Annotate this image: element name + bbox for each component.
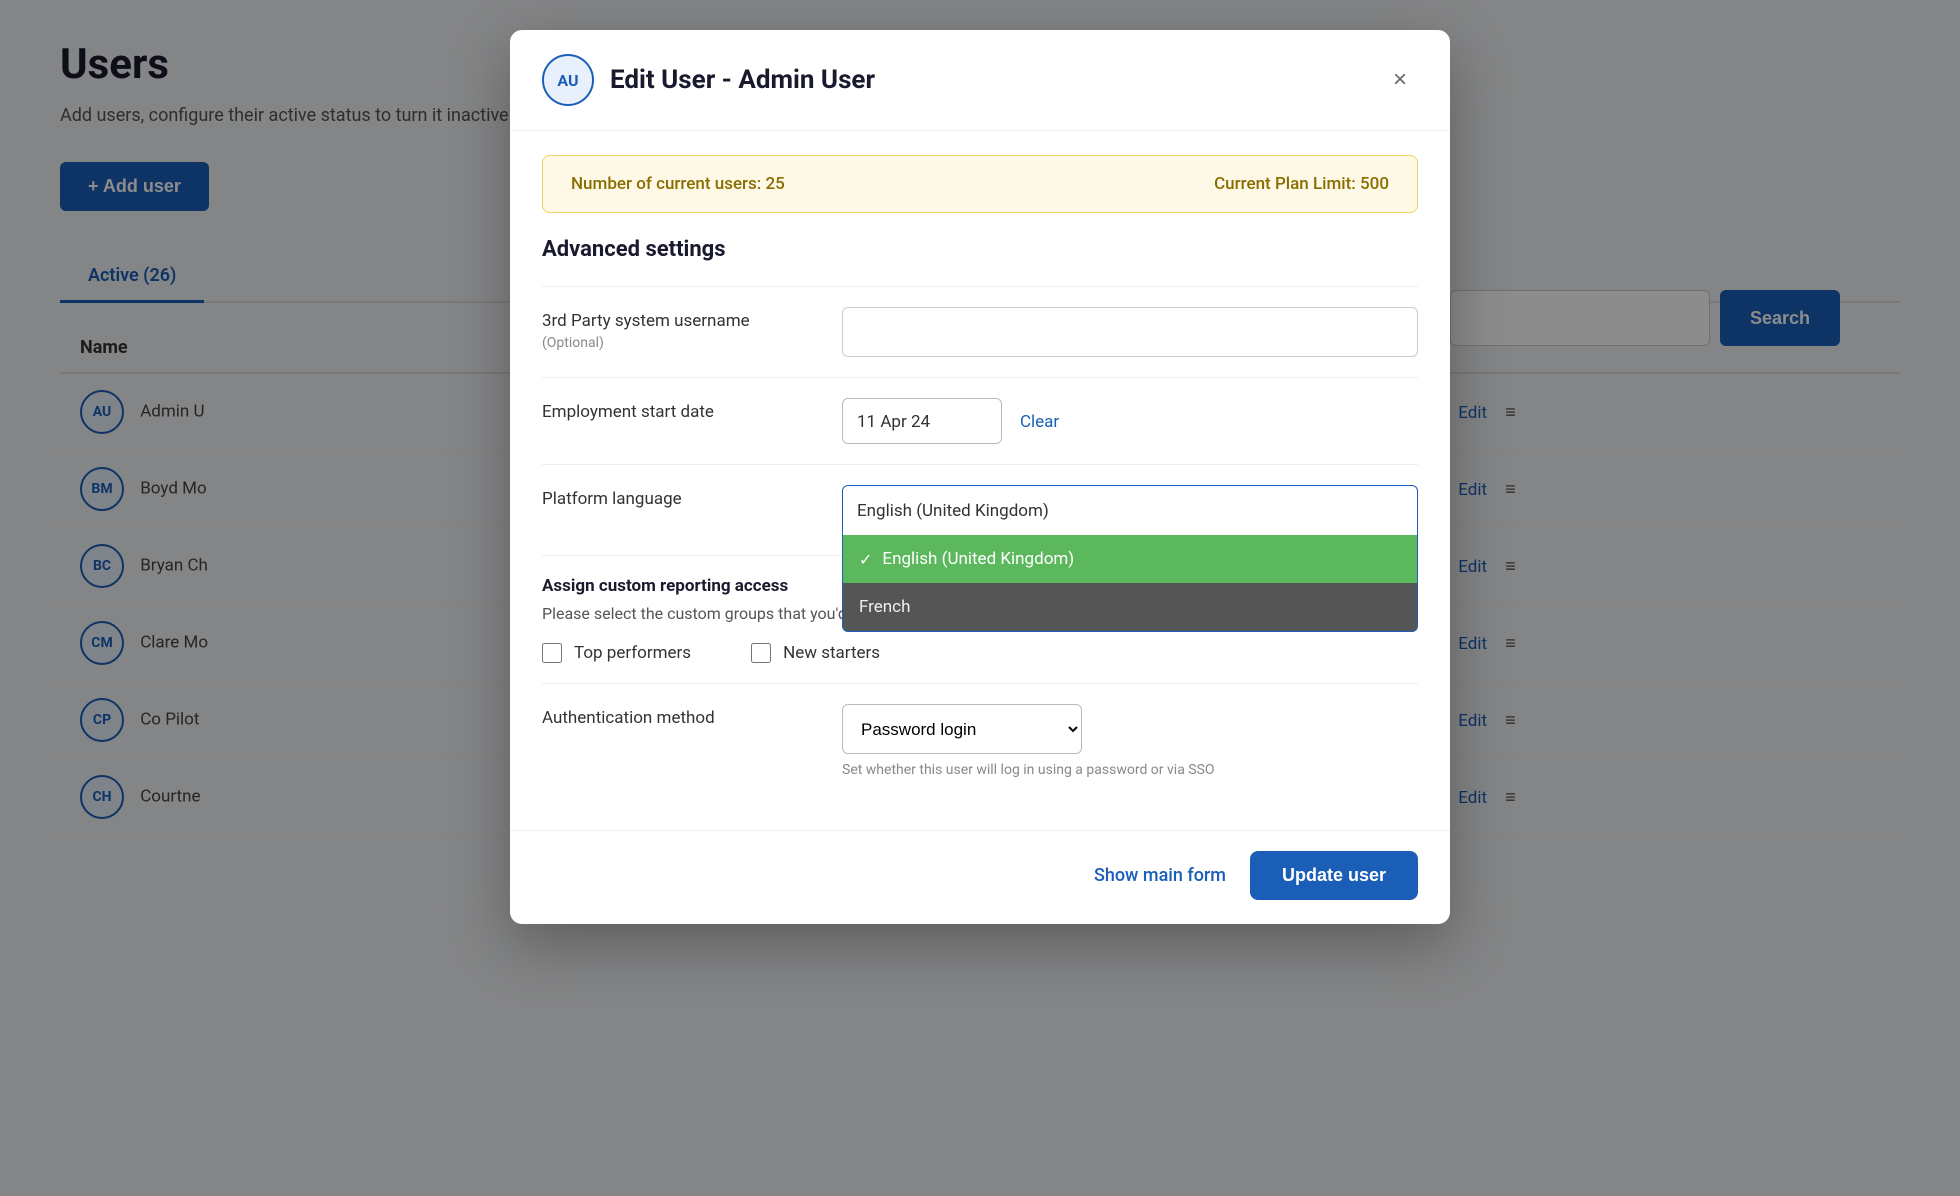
top-performers-checkbox-item[interactable]: Top performers [542, 643, 691, 663]
top-performers-checkbox[interactable] [542, 643, 562, 663]
current-users-text: Number of current users: 25 [571, 174, 785, 194]
modal-footer: Show main form Update user [510, 830, 1450, 924]
modal-title: Edit User - Admin User [610, 65, 1382, 95]
employment-start-control: 11 Apr 24 Clear [842, 398, 1418, 444]
new-starters-checkbox-item[interactable]: New starters [751, 643, 880, 663]
lang-option-fr-label: French [859, 597, 910, 617]
third-party-label: 3rd Party system username (Optional) [542, 307, 842, 351]
modal-overlay: AU Edit User - Admin User × Number of cu… [0, 0, 1960, 1196]
language-dropdown: ✓ English (United Kingdom) French [842, 535, 1418, 632]
platform-language-label: Platform language [542, 485, 842, 509]
employment-start-label: Employment start date [542, 398, 842, 422]
checkboxes-row: Top performers New starters [542, 643, 1418, 663]
show-main-form-link[interactable]: Show main form [1094, 865, 1226, 886]
platform-language-row: Platform language English (United Kingdo… [542, 464, 1418, 555]
auth-method-control: Password login SSO Set whether this user… [842, 704, 1418, 778]
clear-date-link[interactable]: Clear [1020, 412, 1059, 432]
check-icon: ✓ [859, 550, 872, 569]
close-button[interactable]: × [1382, 62, 1418, 98]
update-user-button[interactable]: Update user [1250, 851, 1418, 900]
plan-limit-text: Current Plan Limit: 500 [1214, 174, 1389, 194]
advanced-settings-title: Advanced settings [542, 237, 1418, 262]
auth-method-label: Authentication method [542, 704, 842, 728]
language-selected-text: English (United Kingdom) [857, 501, 1049, 521]
lang-option-en-label: English (United Kingdom) [882, 549, 1074, 569]
language-container: English (United Kingdom) ✓ English (Unit… [842, 485, 1418, 535]
auth-method-row: Authentication method Password login SSO… [542, 683, 1418, 798]
new-starters-label: New starters [783, 643, 880, 663]
optional-label: (Optional) [542, 335, 842, 351]
language-option-fr[interactable]: French [843, 583, 1417, 631]
language-option-en[interactable]: ✓ English (United Kingdom) [843, 535, 1417, 583]
third-party-row: 3rd Party system username (Optional) [542, 286, 1418, 377]
new-starters-checkbox[interactable] [751, 643, 771, 663]
third-party-input[interactable] [842, 307, 1418, 357]
edit-user-modal: AU Edit User - Admin User × Number of cu… [510, 30, 1450, 924]
auth-method-select[interactable]: Password login SSO [842, 704, 1082, 754]
employment-start-row: Employment start date 11 Apr 24 Clear [542, 377, 1418, 464]
top-performers-label: Top performers [574, 643, 691, 663]
modal-header: AU Edit User - Admin User × [510, 30, 1450, 131]
date-input[interactable]: 11 Apr 24 [842, 398, 1002, 444]
auth-method-desc: Set whether this user will log in using … [842, 762, 1418, 778]
language-select-trigger[interactable]: English (United Kingdom) [842, 485, 1418, 535]
modal-body: Number of current users: 25 Current Plan… [510, 131, 1450, 830]
third-party-control [842, 307, 1418, 357]
modal-avatar: AU [542, 54, 594, 106]
plan-banner: Number of current users: 25 Current Plan… [542, 155, 1418, 213]
